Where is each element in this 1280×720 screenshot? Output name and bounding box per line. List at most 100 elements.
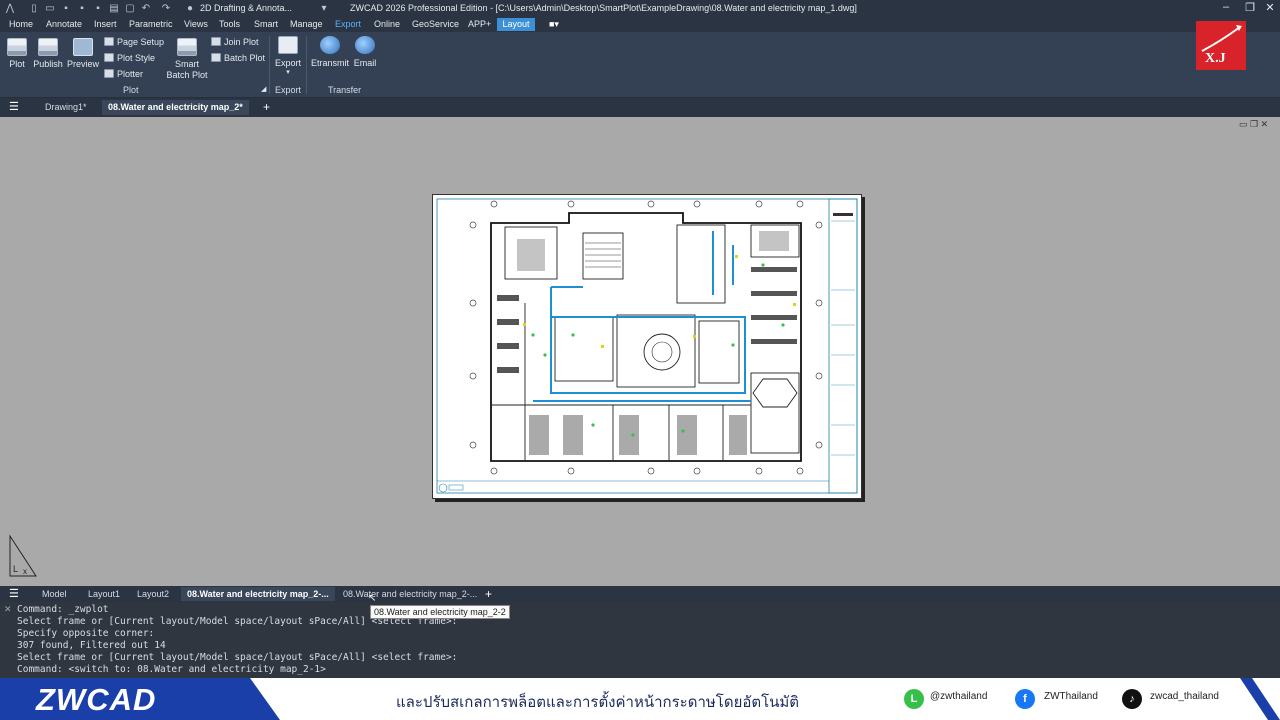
group-expand-icon[interactable]: ◢ [261, 85, 266, 93]
layout-tabs: ☰ Model Layout1 Layout2 08.Water and ele… [0, 586, 1280, 602]
doc-tab-active[interactable]: 08.Water and electricity map_2* [102, 100, 249, 115]
export-button[interactable]: Export ▾ [275, 36, 301, 76]
xj-logo: X.J [1196, 21, 1246, 70]
ribbon-separator [269, 36, 270, 94]
batch-plot-button[interactable]: Batch Plot [211, 53, 265, 63]
layout-tab-model[interactable]: Model [42, 587, 67, 601]
command-history-line: Command: <switch to: 08.Water and electr… [17, 664, 326, 675]
plot-style-label: Plot Style [117, 53, 156, 63]
export-dropdown-icon[interactable]: ▾ [275, 68, 301, 76]
command-history-line: Specify opposite corner: [17, 628, 155, 639]
promo-banner: ZWCAD และปรับสเกลการพล็อตและการตั้งค่าหน… [0, 678, 1280, 720]
print-icon[interactable]: ▤ [108, 2, 120, 15]
new-tab-icon[interactable]: + [263, 100, 270, 115]
restore-icon[interactable]: ❐ [1242, 1, 1258, 14]
publish-label: Publish [33, 59, 63, 69]
layout-tab-layout2[interactable]: Layout2 [137, 587, 169, 601]
layout-tab-layout1[interactable]: Layout1 [88, 587, 120, 601]
minimize-icon[interactable]: – [1218, 1, 1234, 13]
preview-button[interactable]: Preview [67, 38, 99, 69]
banner-tagline: และปรับสเกลการพล็อตและการตั้งค่าหน้ากระด… [396, 694, 800, 711]
menu-export[interactable]: Export [335, 19, 361, 29]
command-history-line: Command: _zwplot [17, 604, 109, 615]
plot-style-icon [104, 53, 114, 62]
group-label-plot: Plot [123, 85, 139, 95]
layout-menu-icon[interactable]: ☰ [9, 587, 19, 601]
plot-button[interactable]: Plot [6, 38, 28, 69]
etransmit-button[interactable]: Etransmit [311, 36, 349, 68]
preview-icon[interactable]: ▢ [124, 2, 136, 15]
smart-batch-plot-button[interactable]: Smart Batch Plot [166, 38, 208, 80]
mouse-cursor-icon: ↖ [368, 593, 377, 604]
plot-style-button[interactable]: Plot Style [104, 53, 155, 63]
publish-icon [38, 38, 58, 56]
ribbon-separator [306, 36, 307, 94]
page-setup-icon [104, 37, 114, 46]
menu-geoservice[interactable]: GeoService [412, 19, 459, 29]
smart-batch-plot-label-2: Batch Plot [166, 70, 208, 80]
smart-batch-plot-label-1: Smart [174, 59, 199, 69]
svg-text:L: L [13, 564, 18, 574]
page-setup-button[interactable]: Page Setup [104, 37, 164, 47]
app-icon: ⋀ [5, 3, 15, 14]
menu-views[interactable]: Views [184, 19, 208, 29]
menu-parametric[interactable]: Parametric [129, 19, 173, 29]
menu-annotate[interactable]: Annotate [46, 19, 82, 29]
layout-paper [432, 194, 862, 499]
logo-text: X.J [1205, 51, 1226, 66]
banner-corner-stripe [1240, 678, 1280, 720]
ucs-icon: L x [9, 534, 37, 577]
menu-app-plus[interactable]: APP+ [468, 19, 491, 29]
menu-manage[interactable]: Manage [290, 19, 323, 29]
menu-home[interactable]: Home [9, 19, 33, 29]
layout-tab-active[interactable]: 08.Water and electricity map_2-... [181, 587, 335, 601]
plotter-icon [104, 69, 114, 78]
layout-tab-next[interactable]: 08.Water and electricity map_2-... [343, 587, 477, 601]
join-plot-button[interactable]: Join Plot [211, 37, 259, 47]
open-icon[interactable]: ▭ [44, 2, 56, 15]
menu-insert[interactable]: Insert [94, 19, 117, 29]
command-history-line: 307 found, Filtered out 14 [17, 640, 166, 651]
save-icon[interactable]: ▪ [60, 2, 72, 15]
command-history-line: Select frame or [Current layout/Model sp… [17, 652, 458, 663]
undo-icon[interactable]: ↶ [140, 2, 152, 15]
command-close-icon[interactable]: ✕ [4, 604, 12, 615]
close-icon[interactable]: ✕ [1262, 1, 1278, 14]
globe-icon [320, 36, 340, 54]
layout-tab-tooltip: 08.Water and electricity map_2-2 [370, 605, 510, 619]
email-button[interactable]: Email [352, 36, 378, 68]
export-icon [278, 36, 298, 54]
preview-magnifier-icon [73, 38, 93, 56]
title-bar: ⋀ ▯ ▭ ▪ ▪ ▪ ▤ ▢ ↶ ↷ ● 2D Drafting & Anno… [0, 0, 1280, 17]
menu-bar: Home Annotate Insert Parametric Views To… [0, 17, 1280, 32]
save-as-icon[interactable]: ▪ [76, 2, 88, 15]
viewport-window-controls-icon[interactable]: ▭ ❐ ✕ [1239, 119, 1268, 130]
line-icon: L [904, 689, 924, 709]
save-all-icon[interactable]: ▪ [92, 2, 104, 15]
menu-online[interactable]: Online [374, 19, 400, 29]
doc-tab-drawing1[interactable]: Drawing1* [45, 100, 87, 115]
new-icon[interactable]: ▯ [28, 2, 40, 15]
menu-hamburger-icon[interactable]: ☰ [9, 100, 19, 115]
group-label-export: Export [275, 85, 302, 95]
plotter-label: Plotter [117, 69, 144, 79]
line-handle: @zwthailand [930, 691, 988, 702]
menu-layout[interactable]: Layout [497, 18, 535, 31]
command-line[interactable]: ✕ Command: _zwplot Select frame or [Curr… [0, 602, 1280, 678]
tiktok-icon: ♪ [1122, 689, 1142, 709]
ribbon: Plot Publish Preview Page Setup Plot Sty… [0, 32, 1280, 98]
publish-button[interactable]: Publish [33, 38, 63, 69]
plotter-button[interactable]: Plotter [104, 69, 143, 79]
redo-icon[interactable]: ↷ [160, 2, 172, 15]
add-layout-icon[interactable]: + [485, 587, 492, 601]
workspace-dropdown-icon[interactable]: ▾ [318, 2, 330, 15]
batch-plot-label: Batch Plot [224, 53, 266, 63]
menu-smart[interactable]: Smart [254, 19, 278, 29]
globe-icon[interactable]: ● [184, 2, 196, 15]
ribbon-toggle-icon[interactable]: ■▾ [549, 19, 559, 30]
menu-tools[interactable]: Tools [219, 19, 240, 29]
export-label: Export [275, 58, 302, 68]
facebook-handle: ZWThailand [1044, 691, 1098, 702]
workspace-selector[interactable]: 2D Drafting & Annota... [200, 3, 292, 13]
tiktok-handle: zwcad_thailand [1150, 691, 1219, 702]
